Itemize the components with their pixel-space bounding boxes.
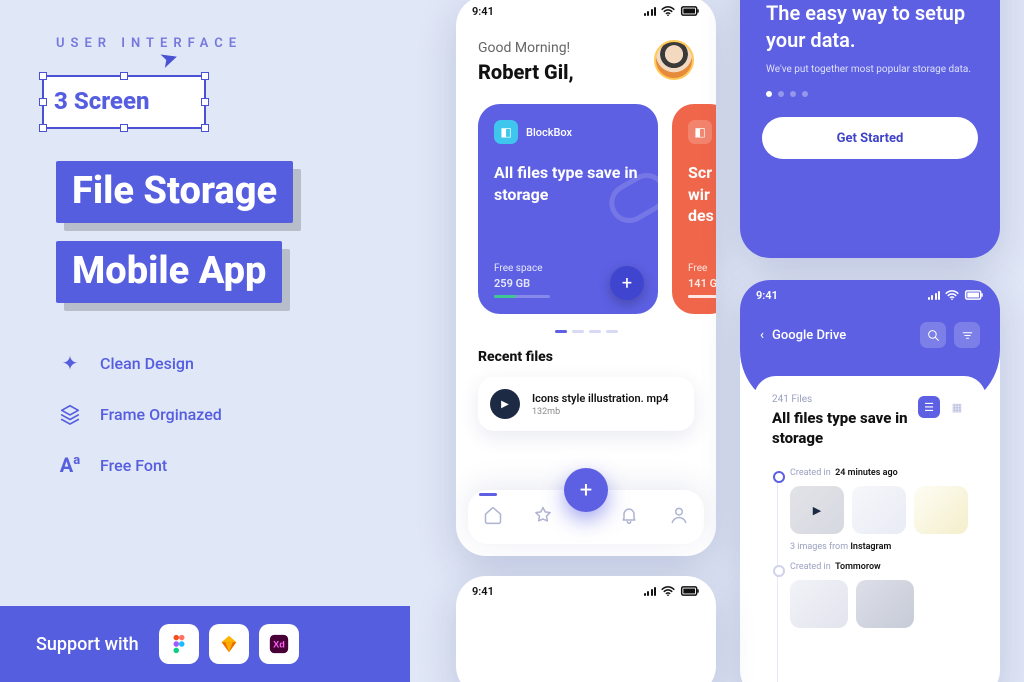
status-bar: 9:41 (456, 0, 716, 26)
timeline-item[interactable]: Created in Tommorow (790, 562, 968, 628)
back-label: Google Drive (772, 328, 846, 343)
status-icons (928, 290, 985, 300)
phone-peek: 9:41 (456, 576, 716, 682)
status-time: 9:41 (472, 5, 494, 18)
feature-free-font: Aa Free Font (56, 453, 404, 477)
wifi-icon (945, 290, 959, 300)
thumbnail[interactable] (852, 486, 906, 534)
promo-panel: USER INTERFACE ➤ 3 Screen File Storage M… (0, 0, 440, 682)
phone-onboarding: The easy way to setup your data. We've p… (740, 0, 1000, 258)
headline: File Storage Mobile App (56, 161, 404, 321)
tab-bar: + . (468, 490, 704, 544)
feature-clean-design: ✦ Clean Design (56, 351, 404, 375)
chevron-left-icon: ‹ (760, 328, 764, 343)
tab-favorites[interactable] (533, 505, 553, 530)
phone-home: 9:41 Good Morning! Robert Gil, ◧ BlockBox… (456, 0, 716, 556)
selection-label: 3 Screen (54, 87, 149, 115)
headline-line-2: Mobile App (56, 241, 282, 303)
username: Robert Gil, (478, 60, 574, 84)
status-time: 9:41 (756, 289, 778, 302)
card-meta-label: Free (688, 263, 716, 274)
card-add-button[interactable]: + (610, 266, 644, 300)
card-blockbox[interactable]: ◧BlockBox All files type save in storage… (478, 104, 658, 314)
feature-label: Frame Orginazed (100, 405, 222, 424)
cellular-icon (928, 290, 941, 300)
greeting: Good Morning! (478, 40, 574, 56)
card-title: Scr wir des (688, 162, 716, 227)
back-button[interactable]: ‹ Google Drive (760, 328, 846, 343)
avatar[interactable] (654, 40, 694, 80)
timeline-item[interactable]: Created in 24 minutes ago 3 images from … (790, 468, 968, 552)
tab-notifications[interactable] (619, 505, 639, 530)
file-name: Icons style illustration. mp4 (532, 392, 669, 405)
sketch-icon (209, 624, 249, 664)
cube-icon: ◧ (688, 120, 712, 144)
feature-label: Clean Design (100, 354, 194, 373)
tab-home[interactable] (483, 505, 503, 530)
thumbnail[interactable] (790, 580, 848, 628)
wifi-icon (661, 6, 675, 16)
view-list-button[interactable]: ☰ (918, 396, 940, 418)
support-label: Support with (36, 634, 139, 655)
pager-dots[interactable] (766, 91, 974, 97)
drive-panel: 241 Files All files type save in storage… (754, 376, 986, 682)
status-icons (644, 586, 701, 596)
storage-cards[interactable]: ◧BlockBox All files type save in storage… (456, 84, 716, 314)
card-secondary[interactable]: ◧ Scr wir des Free 141 GB (672, 104, 716, 314)
card-progress (494, 295, 550, 298)
thumbnail-video[interactable] (790, 486, 844, 534)
cube-icon: ◧ (494, 120, 518, 144)
sparkle-icon: ✦ (56, 351, 84, 375)
svg-text:Xd: Xd (273, 640, 285, 650)
search-button[interactable] (920, 322, 946, 348)
play-icon[interactable]: ▶ (490, 389, 520, 419)
status-time: 9:41 (472, 585, 494, 598)
layers-icon (56, 403, 84, 425)
recent-heading: Recent files (478, 349, 694, 365)
recent-file[interactable]: ▶ Icons style illustration. mp4 132mb (478, 377, 694, 431)
feature-list: ✦ Clean Design Frame Orginazed Aa Free F… (56, 351, 404, 477)
tab-profile[interactable] (669, 505, 689, 530)
file-size: 132mb (532, 407, 669, 417)
card-progress (688, 295, 716, 298)
phone-drive: 9:41 ‹ Google Drive 241 Files All files … (740, 280, 1000, 682)
figma-icon (159, 624, 199, 664)
cellular-icon (644, 6, 657, 16)
font-icon: Aa (56, 453, 84, 477)
onboarding-sub: We've put together most popular storage … (766, 64, 974, 75)
xd-icon: Xd (259, 624, 299, 664)
battery-icon (964, 290, 984, 300)
view-grid-button[interactable]: ▦ (946, 396, 968, 418)
support-bar: Support with Xd (0, 606, 410, 682)
wifi-icon (661, 586, 675, 596)
card-meta-label: Free space (494, 263, 550, 274)
kicker: USER INTERFACE (56, 36, 404, 51)
battery-icon (680, 6, 700, 16)
timeline: Created in 24 minutes ago 3 images from … (772, 468, 968, 628)
card-meta-value: 259 GB (494, 277, 550, 290)
headline-line-1: File Storage (56, 161, 293, 223)
filter-button[interactable] (954, 322, 980, 348)
battery-icon (680, 586, 700, 596)
feature-label: Free Font (100, 456, 167, 475)
card-brand: BlockBox (526, 126, 572, 139)
feature-frame-organized: Frame Orginazed (56, 403, 404, 425)
selection-badge: ➤ 3 Screen (56, 67, 404, 139)
fab-add[interactable]: + (564, 468, 608, 512)
status-icons (644, 6, 701, 16)
drive-heading: All files type save in storage (772, 409, 942, 448)
thumbnail[interactable] (856, 580, 914, 628)
status-bar: 9:41 (456, 576, 716, 606)
get-started-button[interactable]: Get Started (762, 117, 978, 159)
onboarding-headline: The easy way to setup your data. (766, 0, 974, 54)
cellular-icon (644, 586, 657, 596)
status-bar: 9:41 (740, 280, 1000, 310)
card-meta-value: 141 GB (688, 277, 716, 290)
thumbnail[interactable] (914, 486, 968, 534)
